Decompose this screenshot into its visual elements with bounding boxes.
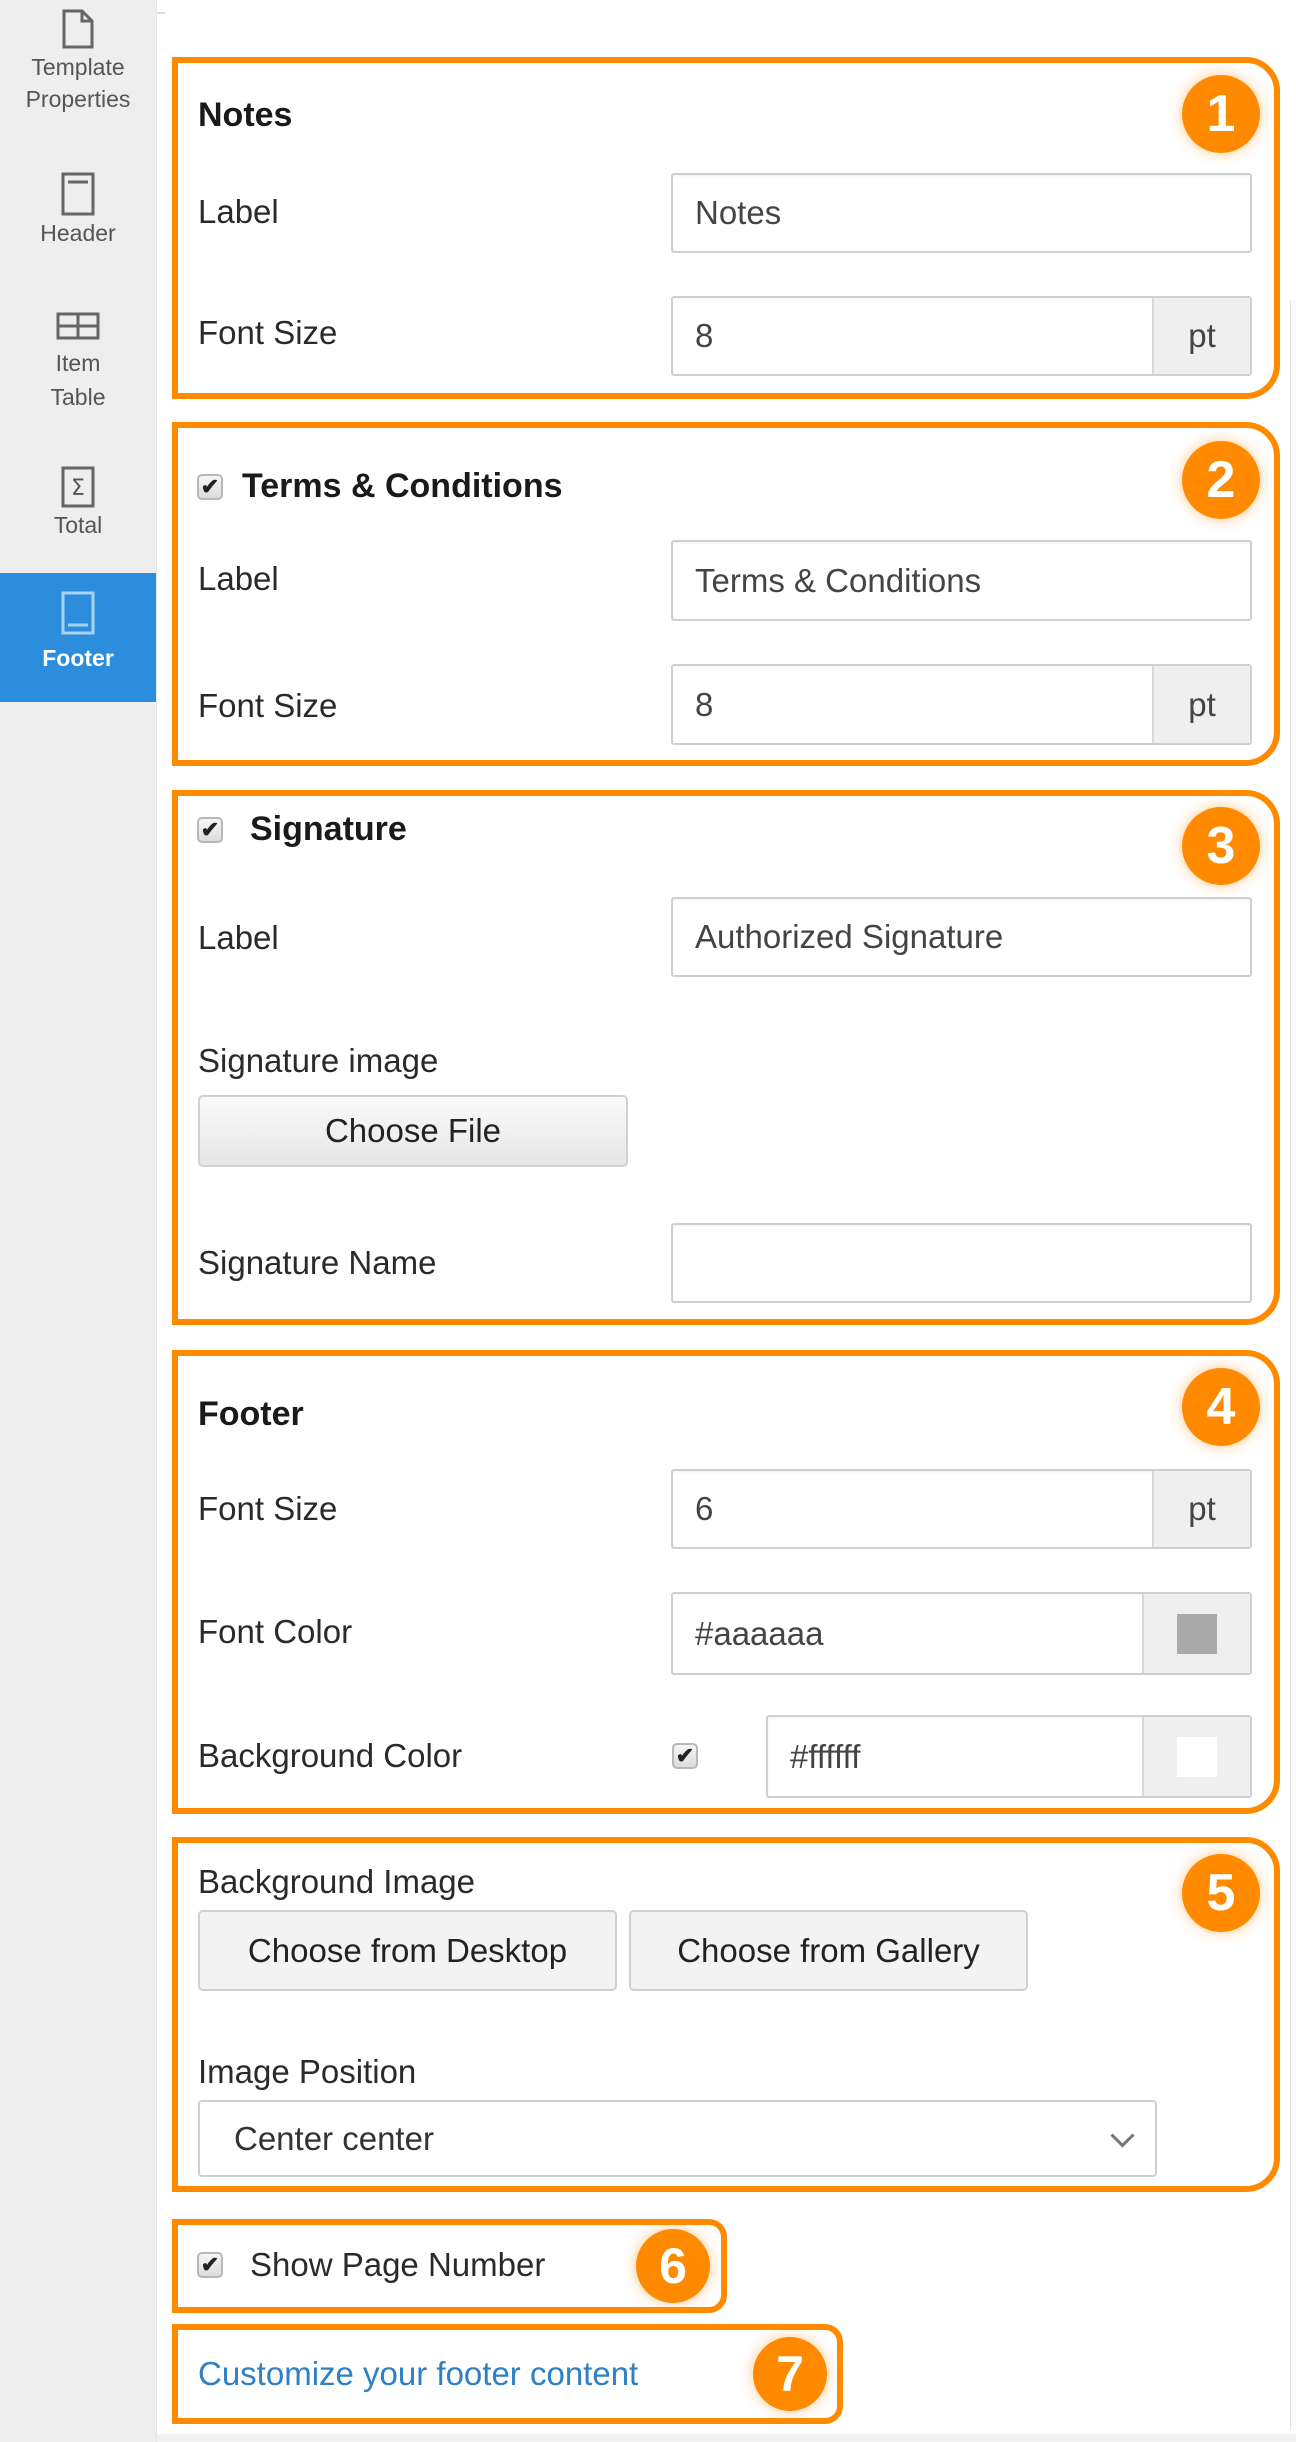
sidebar-item-label: Footer (42, 645, 114, 671)
show-page-number-label: Show Page Number (250, 2246, 546, 2283)
signature-checkbox[interactable]: ✔ (197, 817, 223, 843)
annotation-badge-5: 5 (1182, 1854, 1260, 1932)
notes-font-size-label: Font Size (198, 314, 338, 351)
show-page-number-checkbox[interactable]: ✔ (197, 2252, 223, 2278)
annotation-badge-7: 7 (753, 2337, 827, 2411)
sidebar-item-template-properties[interactable]: Template Properties (0, 8, 156, 116)
sidebar-item-item-table[interactable]: Item Table (0, 312, 156, 414)
signature-label-label: Label (198, 919, 279, 956)
image-position-select[interactable]: Center center (198, 2100, 1157, 2177)
footer-font-size-label: Font Size (198, 1490, 338, 1527)
terms-label-input[interactable]: Terms & Conditions (671, 540, 1252, 621)
sidebar-item-footer[interactable]: Footer (0, 573, 156, 702)
sidebar-item-label: Header (40, 220, 116, 246)
sidebar-item-label-2: Properties (25, 86, 131, 112)
terms-font-size-input[interactable]: 8 pt (671, 664, 1252, 745)
footer-font-color-input[interactable]: #aaaaaa (671, 1592, 1252, 1675)
notes-font-size-input[interactable]: 8 pt (671, 296, 1252, 376)
notes-title: Notes (198, 96, 293, 134)
notes-label-value: Notes (695, 194, 782, 231)
scrollbar[interactable] (1290, 300, 1296, 2430)
sigma-icon: Σ (61, 466, 95, 508)
signature-label-input[interactable]: Authorized Signature (671, 897, 1252, 977)
footer-font-color-value: #aaaaaa (695, 1614, 824, 1652)
sidebar-item-label: Template (31, 54, 125, 80)
footer-font-size-value: 6 (695, 1490, 714, 1527)
footer-font-color-label: Font Color (198, 1613, 353, 1650)
checkmark-icon: ✔ (200, 817, 220, 842)
notes-label-input[interactable]: Notes (671, 173, 1252, 253)
signature-name-label: Signature Name (198, 1244, 437, 1281)
pt-unit-addon: pt (1152, 298, 1250, 374)
sidebar-item-header[interactable]: Header (0, 172, 156, 250)
signature-label-value: Authorized Signature (695, 918, 1004, 955)
checkmark-icon: ✔ (675, 1743, 695, 1768)
choose-file-button[interactable]: Choose File (198, 1095, 628, 1167)
footer-bg-color-input[interactable]: #ffffff (766, 1715, 1252, 1798)
footer-title: Footer (198, 1395, 304, 1433)
terms-font-size-value: 8 (695, 685, 714, 723)
annotation-badge-3: 3 (1182, 807, 1260, 885)
terms-font-size-label: Font Size (198, 687, 338, 724)
choose-from-desktop-button[interactable]: Choose from Desktop (198, 1910, 617, 1991)
bg-color-checkbox[interactable]: ✔ (672, 1743, 698, 1769)
chevron-down-icon (1110, 2123, 1135, 2148)
choose-from-gallery-button[interactable]: Choose from Gallery (629, 1910, 1028, 1991)
signature-image-label: Signature image (198, 1042, 439, 1079)
checkmark-icon: ✔ (200, 2252, 220, 2277)
footer-bg-color-value: #ffffff (790, 1737, 861, 1775)
header-layout-icon (61, 172, 95, 216)
sidebar-item-label: Total (53, 512, 103, 538)
sidebar-item-label-2: Table (50, 384, 106, 410)
color-swatch (1177, 1736, 1217, 1777)
sidebar-item-label: Item (55, 350, 101, 376)
checkmark-icon: ✔ (200, 474, 220, 499)
signature-name-input[interactable] (671, 1223, 1252, 1303)
background-image-label: Background Image (198, 1863, 476, 1900)
footer-layout-icon (61, 591, 95, 635)
image-position-label: Image Position (198, 2053, 417, 2090)
annotation-badge-6: 6 (636, 2229, 710, 2303)
pt-unit-addon: pt (1152, 666, 1250, 743)
signature-title: Signature (250, 810, 407, 848)
image-position-value: Center center (234, 2119, 434, 2157)
bottom-divider (157, 2434, 1296, 2442)
bg-color-picker[interactable] (1142, 1717, 1250, 1796)
notes-label-label: Label (198, 193, 279, 230)
annotation-badge-4: 4 (1182, 1368, 1260, 1446)
terms-title: Terms & Conditions (242, 467, 563, 505)
terms-checkbox[interactable]: ✔ (197, 474, 223, 500)
terms-label-value: Terms & Conditions (695, 561, 982, 599)
footer-bg-color-label: Background Color (198, 1737, 463, 1774)
annotation-badge-1: 1 (1182, 75, 1260, 153)
customize-footer-link[interactable]: Customize your footer content (198, 2355, 638, 2393)
color-swatch (1177, 1613, 1217, 1654)
sidebar: Template Properties Header Item Table Σ … (0, 0, 157, 2442)
annotation-badge-2: 2 (1182, 441, 1260, 519)
divider (157, 12, 165, 14)
terms-label-label: Label (198, 560, 279, 597)
font-color-picker[interactable] (1142, 1594, 1250, 1673)
svg-text:Σ: Σ (71, 476, 85, 501)
notes-font-size-value: 8 (695, 317, 714, 354)
table-icon (56, 312, 100, 340)
sidebar-item-total[interactable]: Σ Total (0, 466, 156, 542)
footer-font-size-input[interactable]: 6 pt (671, 1469, 1252, 1549)
pt-unit-addon: pt (1152, 1471, 1250, 1547)
document-icon (62, 9, 94, 49)
